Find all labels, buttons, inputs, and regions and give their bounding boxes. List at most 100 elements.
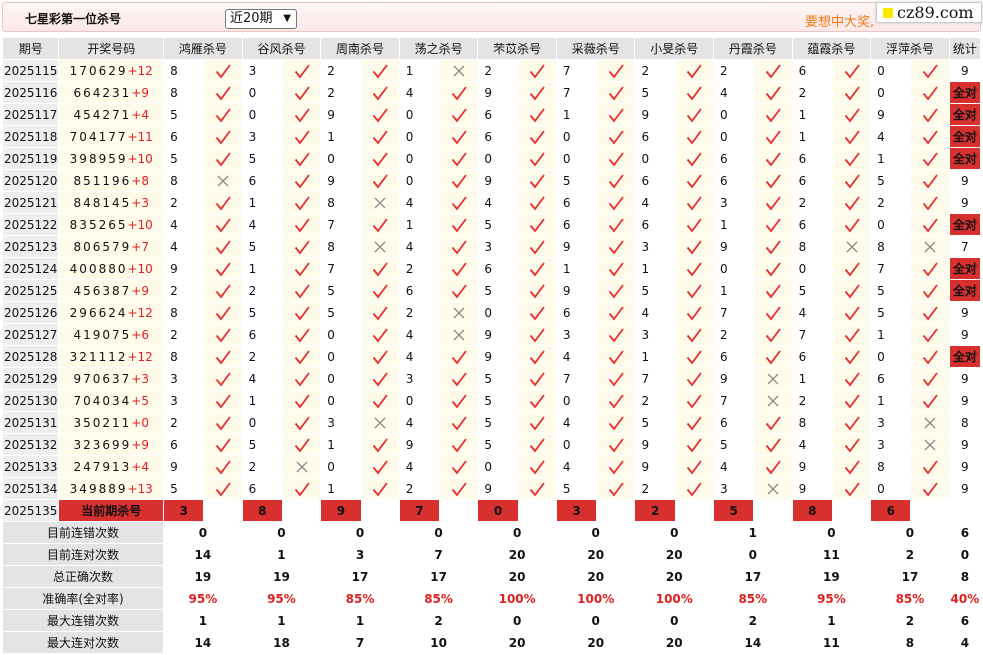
period-cell: 2025116 xyxy=(1,81,60,104)
pick-number: 9 xyxy=(163,455,205,478)
summary-row: 最大连错次数 1 1 1 2 0 0 0 2 1 2 6 xyxy=(1,609,982,632)
table-row: 2025115 170629+12 8 3 2 1 2 7 2 2 6 0 9 xyxy=(1,59,982,82)
stat-cell: 全对 xyxy=(948,257,982,280)
current-pick: 3 xyxy=(163,499,205,522)
result-mark xyxy=(596,279,636,302)
pick-number: 9 xyxy=(477,345,519,368)
result-mark xyxy=(281,235,322,258)
result-mark xyxy=(517,59,557,82)
result-mark xyxy=(360,411,400,434)
stat-cell: 9 xyxy=(948,477,982,500)
result-mark xyxy=(753,279,793,302)
result-mark xyxy=(753,191,793,214)
period-cell: 2025115 xyxy=(1,59,60,82)
check-icon xyxy=(608,371,624,386)
result-mark xyxy=(753,477,793,500)
draw-number-cell: 848145+3 xyxy=(58,191,165,214)
check-icon xyxy=(530,437,546,452)
result-mark xyxy=(203,411,243,434)
pick-number: 0 xyxy=(555,389,598,412)
result-mark xyxy=(203,59,243,82)
check-icon xyxy=(765,151,781,166)
result-mark xyxy=(596,147,636,170)
draw-number-cell: 400880+10 xyxy=(58,257,165,280)
summary-value: 11 xyxy=(791,543,872,566)
summary-value: 0 xyxy=(320,521,400,544)
pick-number: 6 xyxy=(713,147,755,170)
pick-number: 5 xyxy=(477,433,519,456)
pick-number: 2 xyxy=(634,389,676,412)
pick-number: 4 xyxy=(713,81,755,104)
summary-row: 最大连对次数 14 18 7 10 20 20 20 14 11 8 4 xyxy=(1,631,982,654)
current-pick: 7 xyxy=(398,499,441,522)
cross-icon xyxy=(453,307,465,318)
check-icon xyxy=(765,217,781,232)
period-range-select[interactable]: 近20期 ▼ xyxy=(225,9,297,29)
stat-cell: 9 xyxy=(948,367,982,390)
result-mark xyxy=(281,279,322,302)
site-badge[interactable]: cz89.com xyxy=(876,2,982,23)
column-header: 荡之杀号 xyxy=(398,37,479,60)
pick-number: 4 xyxy=(163,213,205,236)
result-mark xyxy=(831,323,872,346)
current-pick-blank xyxy=(517,499,557,522)
result-mark xyxy=(831,367,872,390)
result-mark xyxy=(281,323,322,346)
column-header: 谷风杀号 xyxy=(241,37,322,60)
result-mark xyxy=(596,257,636,280)
cross-icon xyxy=(374,241,386,252)
stat-cell: 全对 xyxy=(948,125,982,148)
check-icon xyxy=(608,459,624,474)
check-icon xyxy=(294,437,310,452)
pick-number: 5 xyxy=(163,477,205,500)
check-icon xyxy=(922,459,938,474)
slogan-link[interactable]: 要想中大奖, xyxy=(805,11,874,30)
check-icon xyxy=(372,371,388,386)
result-mark xyxy=(831,103,872,126)
check-icon xyxy=(294,371,310,386)
pick-number: 2 xyxy=(163,279,205,302)
check-icon xyxy=(215,261,231,276)
result-mark xyxy=(439,213,479,236)
current-pick: 0 xyxy=(477,499,519,522)
result-mark xyxy=(439,257,479,280)
pick-number: 1 xyxy=(634,257,676,280)
stat-cell: 9 xyxy=(948,59,982,82)
result-mark xyxy=(517,279,557,302)
check-icon xyxy=(294,195,310,210)
check-icon xyxy=(608,107,624,122)
summary-value: 0 xyxy=(634,609,715,632)
draw-digits: 704177 xyxy=(69,129,128,144)
result-mark xyxy=(596,389,636,412)
draw-sum: +3 xyxy=(131,195,149,210)
result-mark xyxy=(674,323,715,346)
draw-digits: 349889 xyxy=(69,481,128,496)
pick-number: 6 xyxy=(163,433,205,456)
pick-number: 0 xyxy=(320,389,362,412)
pick-number: 4 xyxy=(791,301,833,324)
pick-number: 0 xyxy=(320,323,362,346)
pick-number: 9 xyxy=(791,477,833,500)
check-icon xyxy=(765,283,781,298)
check-icon xyxy=(922,371,938,386)
check-icon xyxy=(922,107,938,122)
draw-number-cell: 704177+11 xyxy=(58,125,165,148)
check-icon xyxy=(294,63,310,78)
result-mark xyxy=(910,367,950,390)
pick-number: 8 xyxy=(163,345,205,368)
check-icon xyxy=(215,85,231,100)
table-row: 2025133 247913+4 9 2 0 4 0 4 9 4 9 8 9 xyxy=(1,455,982,478)
column-header: 小旻杀号 xyxy=(634,37,715,60)
pick-number: 1 xyxy=(791,367,833,390)
current-pick-blank xyxy=(439,499,479,522)
pick-number: 6 xyxy=(555,301,598,324)
result-mark xyxy=(203,279,243,302)
draw-number-cell: 321112+12 xyxy=(58,345,165,368)
summary-value: 0 xyxy=(163,521,243,544)
column-header: 浮萍杀号 xyxy=(870,37,950,60)
stat-cell: 全对 xyxy=(948,147,982,170)
result-mark xyxy=(910,323,950,346)
result-mark xyxy=(753,81,793,104)
pick-number: 2 xyxy=(398,257,441,280)
pick-number: 4 xyxy=(555,345,598,368)
